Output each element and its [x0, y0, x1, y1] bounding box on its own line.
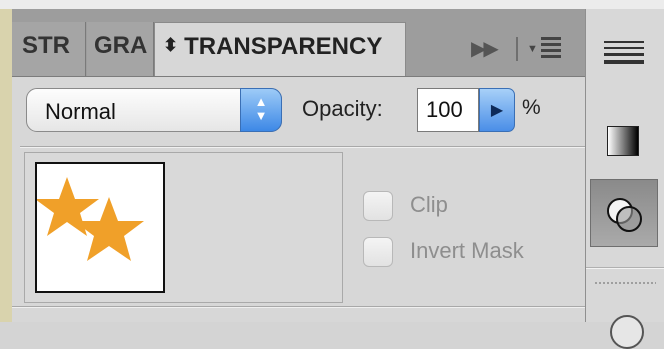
menu-arrow-icon: ▼	[527, 43, 538, 55]
transparency-icon	[607, 198, 642, 232]
drag-handle-icon[interactable]	[594, 281, 656, 285]
side-toolbar	[585, 9, 664, 349]
panel-tab-bar: STR GRA ⬍ TRANSPARENCY ▶▶ ▼	[12, 9, 585, 77]
gradient-icon[interactable]	[607, 126, 639, 156]
panel-bottom-separator	[12, 306, 585, 308]
opacity-label: Opacity:	[302, 96, 383, 121]
double-chevron-right-icon[interactable]: ▶▶	[471, 36, 499, 61]
tab-options-chevron-icon[interactable]: ⬍	[163, 35, 178, 56]
panel-menu-icon[interactable]: ▼	[527, 33, 563, 61]
menu-line	[541, 55, 561, 58]
opacity-input[interactable]: 100	[417, 88, 479, 132]
menu-line	[541, 43, 561, 46]
tab-stroke[interactable]: STR	[12, 22, 86, 76]
tab-transparency[interactable]: ⬍ TRANSPARENCY	[154, 22, 406, 76]
clip-label: Clip	[410, 192, 448, 217]
menu-line	[541, 37, 561, 40]
appearance-icon[interactable]	[610, 315, 644, 349]
stroke-lines-icon[interactable]	[604, 41, 644, 68]
invert-mask-checkbox[interactable]	[363, 237, 393, 267]
section-separator	[20, 146, 585, 148]
menu-line	[541, 49, 561, 52]
tab-transparency-label: TRANSPARENCY	[184, 33, 383, 60]
workspace-edge	[0, 9, 12, 322]
blend-opacity-row: Normal ▲ ▼ Opacity: 100 ▶ %	[12, 77, 585, 145]
transparency-panel: STR GRA ⬍ TRANSPARENCY ▶▶ ▼ Normal ▲ ▼ Opa…	[12, 9, 585, 322]
mask-thumbnail-area	[24, 152, 343, 303]
window-top-edge	[0, 0, 664, 9]
invert-mask-label: Invert Mask	[410, 238, 524, 263]
opacity-unit: %	[522, 96, 541, 119]
clip-checkbox[interactable]	[363, 191, 393, 221]
blend-mode-value: Normal	[45, 99, 116, 124]
side-toolbar-separator	[586, 267, 664, 269]
opacity-slider-button[interactable]: ▶	[479, 88, 515, 132]
transparency-toolbar-button[interactable]	[590, 179, 658, 247]
blend-mode-stepper-icon[interactable]: ▲ ▼	[240, 88, 282, 132]
star-artwork-icon	[35, 177, 144, 261]
tab-gradient[interactable]: GRA	[87, 22, 154, 76]
blend-mode-select[interactable]: Normal ▲ ▼	[26, 88, 282, 132]
artwork-thumbnail[interactable]	[35, 162, 165, 293]
tab-bar-divider	[516, 37, 518, 61]
